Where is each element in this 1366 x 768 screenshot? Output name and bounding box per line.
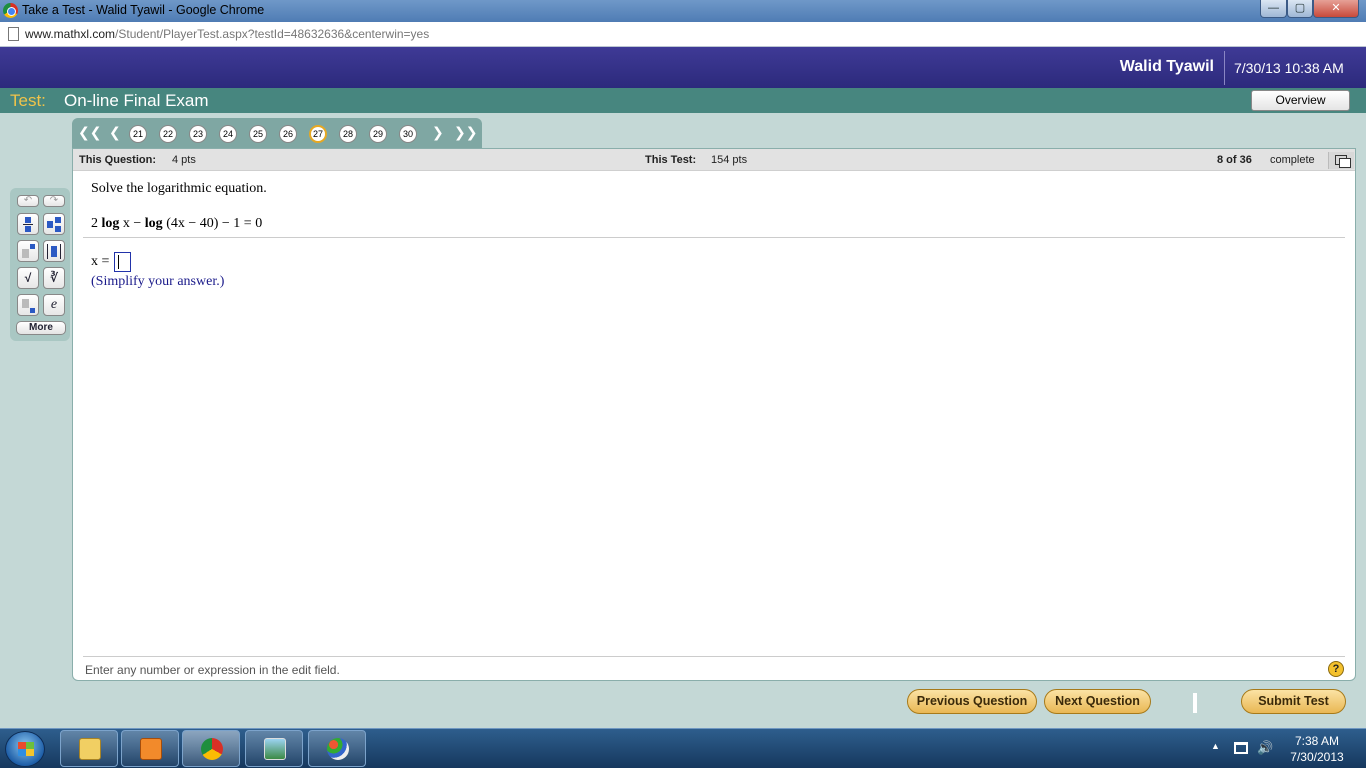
status-bar: Enter any number or expression in the ed… [83,656,1345,680]
chrome-icon [201,738,223,760]
url-domain: www.mathxl.com [25,27,116,41]
answer-input[interactable] [114,252,131,272]
nth-root-icon: ∛ [49,271,58,285]
mixed-number-button[interactable] [43,213,65,235]
site-header: Walid Tyawil 7/30/13 10:38 AM [0,47,1366,88]
this-test-points: 154 pts [711,154,748,166]
close-icon: ✕ [1331,2,1341,14]
chevron-left-icon[interactable]: ❮ [109,125,121,139]
subscript-button[interactable] [17,294,39,316]
window-title: Take a Test - Walid Tyawil - Google Chro… [22,3,265,17]
eq-log-2: log [144,216,163,231]
question-number-21[interactable]: 21 [129,125,147,143]
progress-label: complete [1270,154,1315,166]
question-info-bar: This Question: 4 pts This Test: 154 pts … [73,149,1355,171]
undo-icon: ↶ [23,195,33,206]
button-separator [1193,693,1197,713]
maximize-icon: ▢ [1294,2,1306,14]
question-divider [83,237,1345,238]
clock-time: 7:38 AM [1294,734,1340,748]
taskbar-media-player[interactable] [121,730,179,767]
absolute-value-button[interactable] [43,240,65,262]
windows-logo-icon [18,742,34,756]
network-icon[interactable] [1234,742,1248,754]
undo-button[interactable]: ↶ [17,195,39,207]
header-datetime: 7/30/13 10:38 AM [1234,60,1344,76]
question-prompt: Solve the logarithmic equation. [91,181,267,196]
status-text: Enter any number or expression in the ed… [85,663,340,677]
volume-icon[interactable]: 🔊 [1257,740,1273,756]
square-root-icon: √ [24,271,32,285]
next-question-button[interactable]: Next Question [1044,689,1151,714]
question-panel: This Question: 4 pts This Test: 154 pts … [72,148,1356,681]
progress-count: 8 of 36 [1217,154,1252,166]
window-titlebar: Take a Test - Walid Tyawil - Google Chro… [0,0,1366,22]
answer-prefix: x = [91,254,110,269]
close-button[interactable]: ✕ [1313,0,1359,18]
question-equation: 2 log x − log (4x − 40) − 1 = 0 [91,216,262,232]
minimize-icon: — [1268,2,1279,14]
question-number-24[interactable]: 24 [219,125,237,143]
system-clock[interactable]: 7:38 AM 7/30/2013 [1276,733,1358,765]
start-button[interactable] [5,731,45,767]
taskbar-paint[interactable] [308,730,366,767]
this-test-label: This Test: [645,154,697,166]
question-number-30[interactable]: 30 [399,125,417,143]
minimize-button[interactable]: — [1260,0,1287,18]
header-divider [1224,51,1225,85]
taskbar-chrome[interactable] [182,730,240,767]
paint-icon [327,738,349,760]
question-number-29[interactable]: 29 [369,125,387,143]
photo-viewer-icon [264,738,286,760]
eq-log-1: log [101,216,120,231]
question-navigator: ❮❮ ❮ 21 22 23 24 25 26 27 28 29 30 ❯ ❯❯ [72,118,482,148]
taskbar: ▲ 🔊 7:38 AM 7/30/2013 [0,728,1366,768]
question-number-22[interactable]: 22 [159,125,177,143]
answer-hint: (Simplify your answer.) [91,274,225,289]
overview-button[interactable]: Overview [1251,90,1350,111]
square-root-button[interactable]: √ [17,267,39,289]
double-chevron-right-icon[interactable]: ❯❯ [454,125,477,139]
test-name: On-line Final Exam [64,91,209,110]
this-question-label: This Question: [79,154,156,166]
taskbar-photo-viewer[interactable] [245,730,303,767]
folder-icon [79,738,101,760]
nth-root-button[interactable]: ∛ [43,267,65,289]
eq-middle: x − [119,216,145,231]
url-text[interactable]: www.mathxl.com/Student/PlayerTest.aspx?t… [25,27,429,41]
redo-button[interactable]: ↷ [43,195,65,207]
test-label: Test: [10,91,46,110]
exponent-button[interactable] [17,240,39,262]
page-icon [8,27,19,41]
maximize-button[interactable]: ▢ [1287,0,1313,18]
more-button[interactable]: More [16,321,66,335]
previous-question-button[interactable]: Previous Question [907,689,1037,714]
user-name: Walid Tyawil [1119,58,1214,75]
help-icon[interactable]: ? [1328,661,1344,677]
media-player-icon [140,738,162,760]
question-number-28[interactable]: 28 [339,125,357,143]
this-question-points: 4 pts [172,154,196,166]
submit-test-button[interactable]: Submit Test [1241,689,1346,714]
math-palette: ↶ ↷ √ ∛ e More [10,188,70,341]
eq-rest: (4x − 40) − 1 = 0 [162,216,263,231]
popout-icon[interactable] [1328,152,1354,169]
chevron-right-icon[interactable]: ❯ [432,125,444,139]
question-number-25[interactable]: 25 [249,125,267,143]
question-number-23[interactable]: 23 [189,125,207,143]
euler-e-button[interactable]: e [43,294,65,316]
fraction-button[interactable] [17,213,39,235]
test-title-bar: Test: On-line Final Exam [0,88,1366,113]
url-path: /Student/PlayerTest.aspx?testId=48632636… [115,27,430,41]
question-number-26[interactable]: 26 [279,125,297,143]
chrome-icon [3,3,18,18]
eq-coefficient: 2 [91,216,102,231]
double-chevron-left-icon[interactable]: ❮❮ [78,125,101,139]
taskbar-explorer[interactable] [60,730,118,767]
redo-icon: ↷ [49,195,59,206]
question-number-27[interactable]: 27 [309,125,327,143]
address-bar[interactable]: www.mathxl.com/Student/PlayerTest.aspx?t… [0,22,1366,47]
show-hidden-icons-icon[interactable]: ▲ [1211,741,1220,751]
clock-date: 7/30/2013 [1290,750,1344,764]
